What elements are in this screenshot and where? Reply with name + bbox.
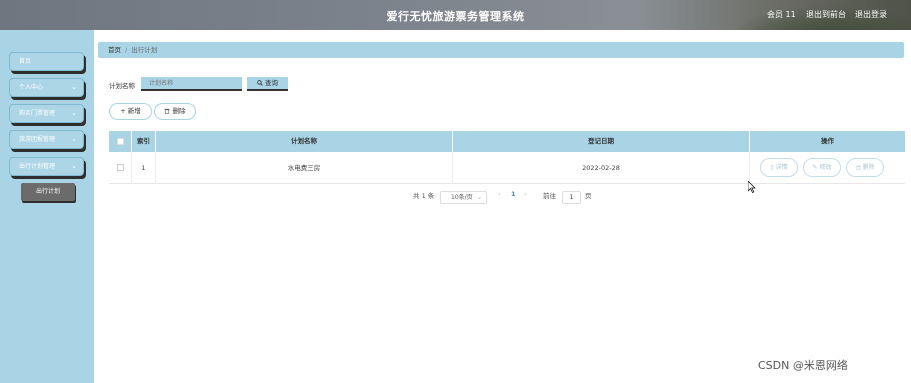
sidebar-item-home[interactable]: 首页	[9, 52, 84, 71]
search-button[interactable]: 查询	[247, 77, 288, 91]
row-actions: ▯ 详情 ✎ 修改 删除	[750, 152, 905, 184]
page-unit-label: 页	[585, 192, 592, 200]
header-bar: 爱行无忧旅游票务管理系统 会员 11 退出到前台 退出登录	[0, 0, 911, 30]
row-delete-button[interactable]: 删除	[846, 158, 884, 177]
mouse-cursor-icon	[748, 181, 756, 193]
sidebar-item-label: 出行计划管理	[19, 163, 56, 170]
table-header: 索引 计划名称 登记日期 操作	[109, 131, 905, 152]
breadcrumb-current: 出行计划	[131, 46, 158, 54]
batch-delete-button[interactable]: 删除	[154, 103, 196, 120]
logout-link[interactable]: 退出登录	[855, 9, 887, 20]
chevron-down-icon: ⌄	[71, 162, 77, 170]
column-header-actions: 操作	[821, 137, 834, 145]
sidebar-item-label: 首页	[19, 58, 32, 65]
delete-button-label: 删除	[172, 107, 186, 115]
row-plan-name: 水电费三房	[156, 152, 453, 184]
sidebar-item-label: 购买门票管理	[19, 110, 56, 117]
breadcrumb: 首页 / 出行计划	[98, 42, 904, 58]
detail-button-label: 详情	[775, 164, 788, 171]
select-all-checkbox[interactable]	[117, 138, 124, 145]
pagination-total: 共 1 条	[413, 192, 435, 200]
row-date: 2022-02-28	[453, 152, 750, 184]
edit-button[interactable]: ✎ 修改	[803, 158, 841, 177]
edit-icon: ✎	[812, 164, 818, 171]
watermark: CSDN @米恩网络	[758, 359, 848, 372]
current-user-label: 会员 11	[767, 10, 796, 19]
add-button-label: 新增	[127, 107, 141, 115]
chevron-down-icon: ⌄	[71, 135, 77, 143]
column-header-date: 登记日期	[453, 131, 750, 152]
search-input[interactable]	[141, 77, 242, 91]
goto-page-input[interactable]: 1	[562, 191, 581, 204]
breadcrumb-home[interactable]: 首页	[108, 46, 121, 54]
select-all-cell	[109, 131, 132, 152]
column-header-index: 索引	[132, 131, 156, 152]
sidebar-item-label: 旅游团报管理	[19, 136, 56, 143]
column-header-plan-name: 计划名称	[156, 131, 453, 152]
add-button[interactable]: + 新增	[109, 103, 152, 120]
search-button-label: 查询	[265, 79, 279, 87]
row-index: 1	[132, 152, 156, 184]
back-to-frontend-link[interactable]: 退出到前台	[806, 9, 846, 20]
breadcrumb-separator: /	[125, 46, 128, 54]
chevron-down-icon: ⌄	[476, 194, 482, 201]
plus-icon: +	[120, 107, 126, 115]
submenu-item-travel-plan[interactable]: 出行计划	[21, 183, 75, 201]
prev-page-button[interactable]: ‹	[498, 190, 501, 198]
sidebar-item-travel-plan[interactable]: 出行计划管理 ⌄	[9, 157, 84, 176]
row-checkbox[interactable]	[117, 164, 124, 171]
sidebar-item-tour-group[interactable]: 旅游团报管理 ⌄	[9, 130, 84, 149]
document-icon: ▯	[770, 164, 774, 171]
table-row: 1 水电费三房 2022-02-28 ▯ 详情 ✎ 修改 删除	[109, 152, 905, 184]
detail-button[interactable]: ▯ 详情	[760, 158, 798, 177]
row-delete-button-label: 删除	[862, 164, 875, 171]
search-icon	[257, 79, 265, 87]
search-label: 计划名称	[109, 82, 135, 90]
page-size-select[interactable]: 10条/页 ⌄	[440, 191, 487, 204]
sidebar: 首页 个人中心 ⌄ 购买门票管理 ⌄ 旅游团报管理 ⌄ 出行计划管理 ⌄	[0, 30, 94, 383]
chevron-down-icon: ⌄	[71, 109, 77, 117]
sidebar-item-ticket-purchase[interactable]: 购买门票管理 ⌄	[9, 104, 84, 123]
page-number-current[interactable]: 1	[511, 190, 516, 198]
sidebar-item-label: 个人中心	[19, 84, 44, 91]
page-size-value: 10条/页	[451, 194, 473, 201]
sidebar-item-personal-center[interactable]: 个人中心 ⌄	[9, 78, 84, 97]
chevron-down-icon: ⌄	[71, 83, 77, 91]
trash-icon	[164, 107, 172, 115]
next-page-button[interactable]: ›	[524, 190, 527, 198]
goto-label: 前往	[543, 192, 556, 200]
edit-button-label: 修改	[819, 164, 832, 171]
row-select-cell	[109, 152, 132, 184]
